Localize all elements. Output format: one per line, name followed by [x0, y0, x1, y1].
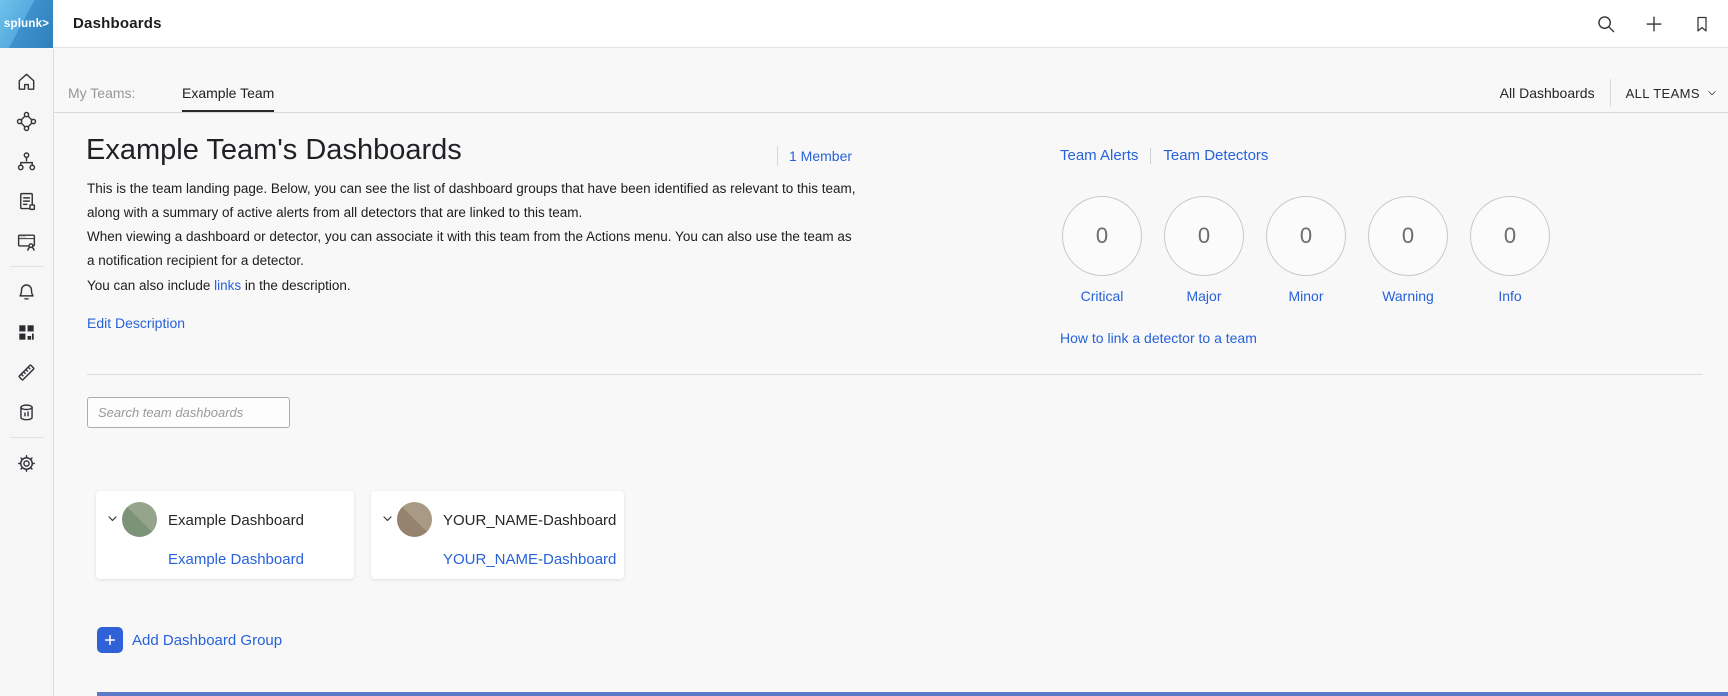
edit-description-link[interactable]: Edit Description — [87, 315, 185, 331]
nav-dashboards[interactable] — [1, 312, 53, 352]
plus-icon — [1643, 13, 1665, 35]
vertical-divider — [1150, 148, 1151, 164]
tab-example-team[interactable]: Example Team — [182, 85, 274, 112]
dashboard-group-card[interactable]: YOUR_NAME-Dashboard YOUR_NAME-Dashboard — [371, 491, 624, 579]
splunk-logo[interactable]: splunk> — [0, 0, 53, 48]
home-icon — [15, 70, 38, 93]
dashboard-group-avatar — [397, 502, 432, 537]
chevron-down-icon[interactable] — [106, 512, 119, 525]
metrics-ruler-icon — [15, 361, 38, 384]
alerts-panel-tabs: Team Alerts Team Detectors — [1060, 147, 1268, 164]
severity-warning: 0 Warning — [1367, 196, 1449, 304]
section-divider — [87, 374, 1703, 375]
nav-log-observer[interactable] — [1, 181, 53, 221]
dashboard-link[interactable]: YOUR_NAME-Dashboard — [443, 551, 616, 568]
team-selector-label: ALL TEAMS — [1626, 86, 1700, 101]
dashboard-group-avatar — [122, 502, 157, 537]
apm-icon — [15, 110, 38, 133]
major-count-circle: 0 — [1164, 196, 1244, 276]
bottom-edge-line — [97, 692, 1728, 696]
splunk-logo-text: splunk> — [4, 18, 49, 30]
left-nav-rail — [0, 49, 54, 696]
vertical-divider — [1610, 79, 1611, 107]
page-title-topbar: Dashboards — [73, 15, 162, 32]
chevron-down-icon — [1706, 87, 1718, 99]
alerts-bell-icon — [15, 281, 38, 304]
bookmarks-button[interactable] — [1684, 6, 1720, 42]
dashboard-group-name: Example Dashboard — [168, 512, 304, 529]
nav-infrastructure[interactable] — [1, 141, 53, 181]
search-button[interactable] — [1588, 6, 1624, 42]
warning-label-link[interactable]: Warning — [1382, 288, 1434, 304]
warning-count-circle: 0 — [1368, 196, 1448, 276]
severity-critical: 0 Critical — [1061, 196, 1143, 304]
nav-apm[interactable] — [1, 101, 53, 141]
rum-icon — [15, 230, 38, 253]
tab-team-alerts[interactable]: Team Alerts — [1060, 147, 1138, 164]
info-label-link[interactable]: Info — [1498, 288, 1521, 304]
teams-tab-bar: My Teams: Example Team All Dashboards AL… — [54, 49, 1728, 113]
my-teams-label: My Teams: — [68, 85, 135, 101]
sidebar-divider — [10, 266, 44, 267]
top-bar: splunk> Dashboards — [0, 0, 1728, 48]
critical-count-circle: 0 — [1062, 196, 1142, 276]
major-label-link[interactable]: Major — [1186, 288, 1221, 304]
dashboard-group-name: YOUR_NAME-Dashboard — [443, 512, 616, 529]
severity-minor: 0 Minor — [1265, 196, 1347, 304]
tab-team-detectors[interactable]: Team Detectors — [1163, 147, 1268, 164]
content-area: My Teams: Example Team All Dashboards AL… — [54, 49, 1728, 696]
sidebar-divider — [10, 437, 44, 438]
info-count-circle: 0 — [1470, 196, 1550, 276]
nav-settings[interactable] — [1, 443, 53, 483]
log-observer-icon — [15, 190, 38, 213]
team-selector-dropdown[interactable]: ALL TEAMS — [1626, 86, 1718, 101]
add-dashboard-group-label: Add Dashboard Group — [132, 632, 282, 649]
add-dashboard-group-button[interactable]: Add Dashboard Group — [97, 627, 282, 653]
dashboard-group-card[interactable]: Example Dashboard Example Dashboard — [96, 491, 354, 579]
chevron-down-icon[interactable] — [381, 512, 394, 525]
create-button[interactable] — [1636, 6, 1672, 42]
infrastructure-icon — [15, 150, 38, 173]
nav-alerts[interactable] — [1, 272, 53, 312]
search-icon — [1595, 13, 1617, 35]
severity-counters: 0 Critical 0 Major 0 Minor 0 Warning 0 I… — [1061, 196, 1551, 304]
nav-rum[interactable] — [1, 221, 53, 261]
team-landing-main: Example Team's Dashboards 1 Member This … — [54, 114, 1728, 696]
links-inline-link[interactable]: links — [214, 278, 241, 293]
description-paragraph-3: You can also include links in the descri… — [87, 274, 887, 298]
minor-count-circle: 0 — [1266, 196, 1346, 276]
members-link[interactable]: 1 Member — [789, 148, 852, 164]
nav-home[interactable] — [1, 61, 53, 101]
nav-metrics[interactable] — [1, 352, 53, 392]
team-page-title: Example Team's Dashboards — [86, 134, 462, 167]
nav-data-management[interactable] — [1, 392, 53, 432]
settings-gear-icon — [15, 452, 38, 475]
bookmark-icon — [1692, 14, 1712, 34]
minor-label-link[interactable]: Minor — [1288, 288, 1323, 304]
plus-icon — [103, 633, 117, 647]
topbar-actions — [1588, 6, 1728, 42]
how-to-link-detector-link[interactable]: How to link a detector to a team — [1060, 330, 1257, 346]
teams-bar-right: All Dashboards ALL TEAMS — [1500, 77, 1718, 109]
severity-major: 0 Major — [1163, 196, 1245, 304]
members-row: 1 Member — [777, 146, 852, 166]
add-icon-square — [97, 627, 123, 653]
search-team-dashboards-input[interactable] — [87, 397, 290, 428]
all-dashboards-link[interactable]: All Dashboards — [1500, 85, 1595, 101]
data-management-icon — [15, 401, 38, 424]
severity-info: 0 Info — [1469, 196, 1551, 304]
vertical-divider — [777, 146, 778, 166]
description-paragraph-1: This is the team landing page. Below, yo… — [87, 177, 887, 225]
dashboard-link[interactable]: Example Dashboard — [168, 551, 304, 568]
dashboards-grid-icon — [15, 321, 38, 344]
critical-label-link[interactable]: Critical — [1081, 288, 1124, 304]
description-paragraph-2: When viewing a dashboard or detector, yo… — [87, 225, 887, 273]
